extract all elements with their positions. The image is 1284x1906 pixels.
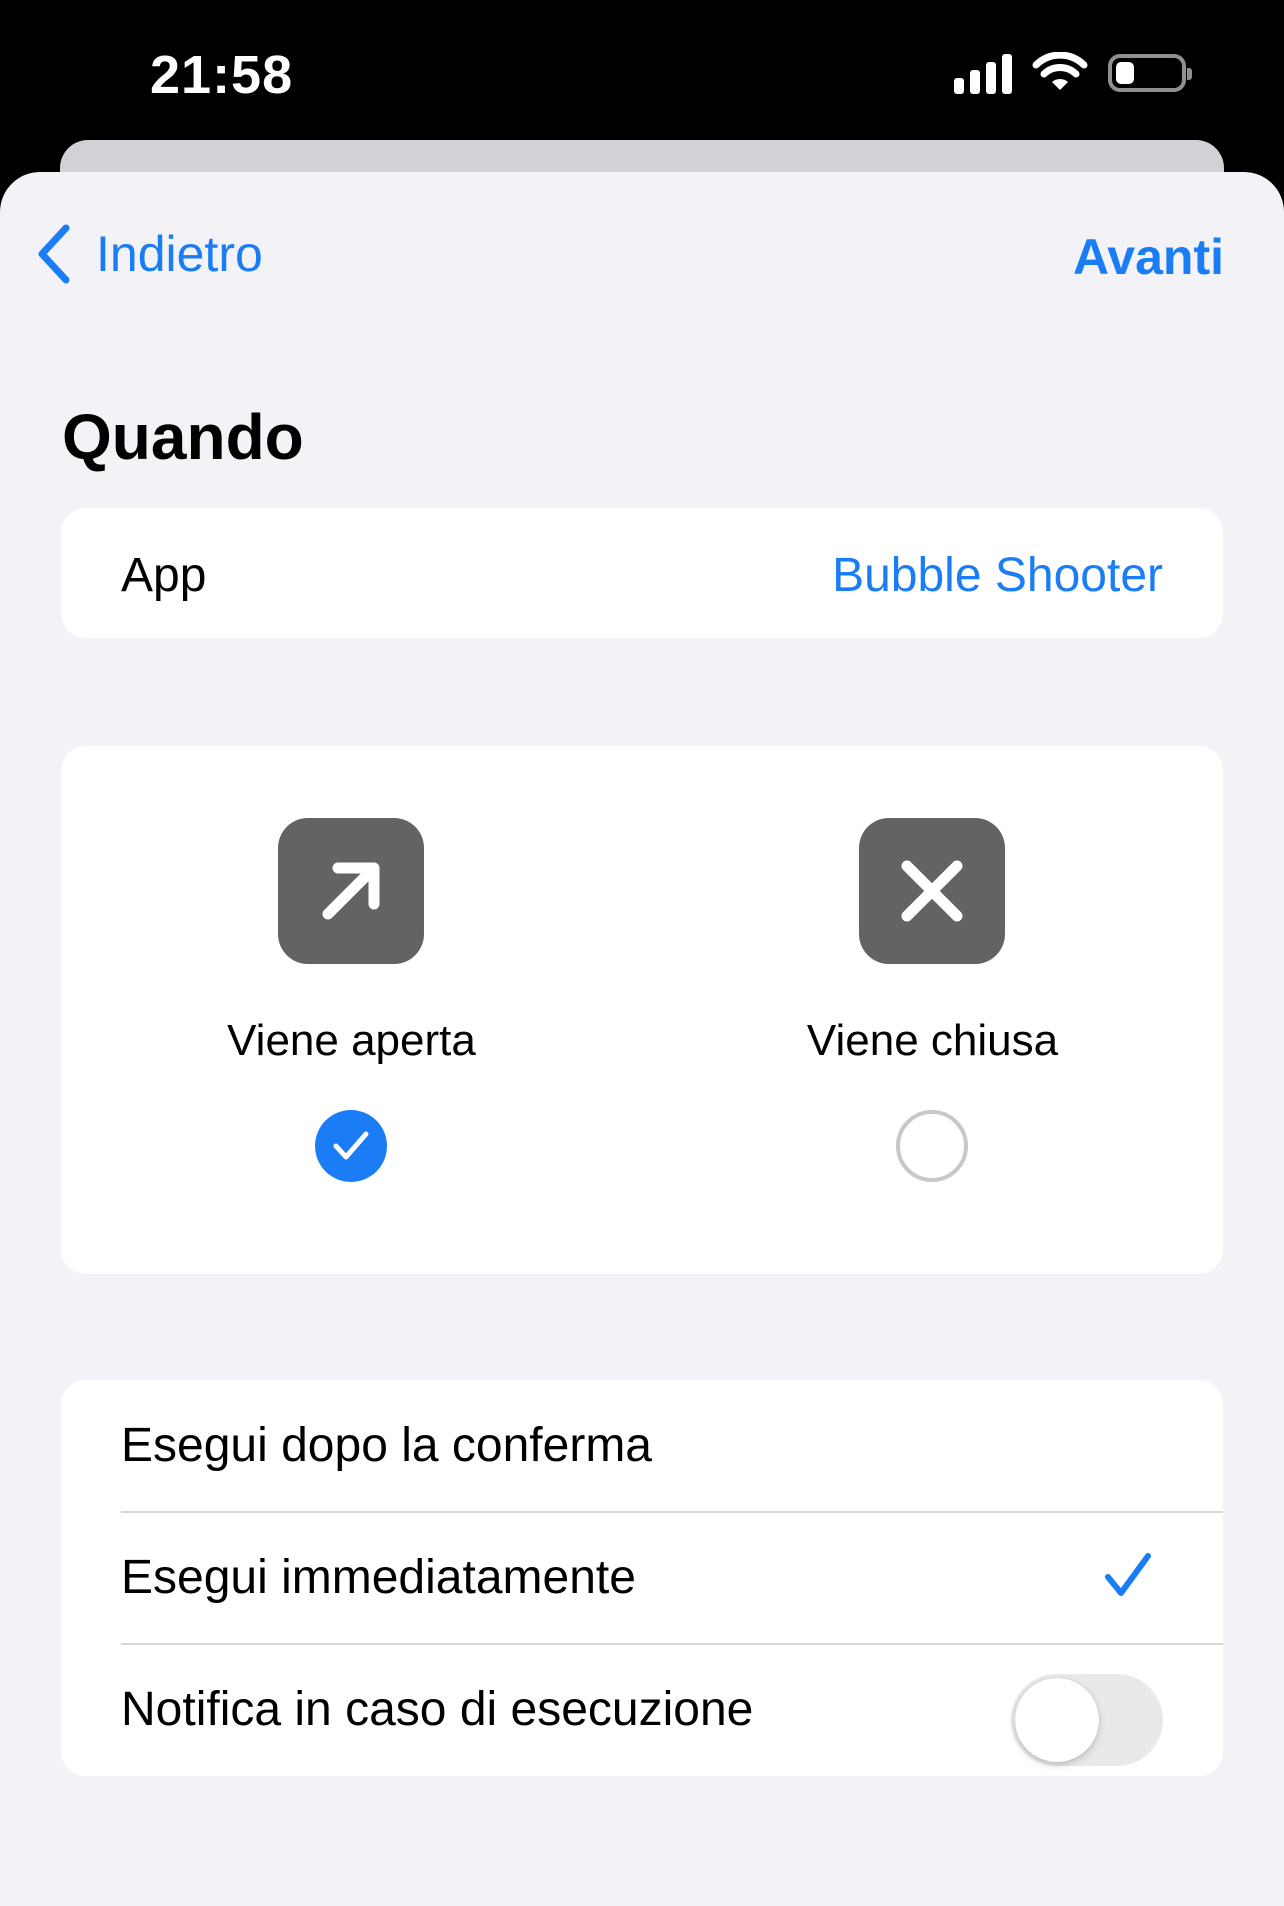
app-row-label: App: [121, 549, 207, 602]
battery-icon: [1108, 54, 1192, 92]
cellular-signal-icon: [954, 52, 1012, 94]
notify-toggle[interactable]: [1011, 1674, 1163, 1766]
checkmark-icon: [1105, 1553, 1151, 1596]
choice-closed-radio[interactable]: [896, 1110, 968, 1182]
option-notify-on-run-label: Notifica in caso di esecuzione: [121, 1683, 754, 1736]
choice-opened-label: Viene aperta: [227, 1016, 476, 1065]
trigger-choice-card: Viene aperta Viene chiusa: [61, 746, 1223, 1274]
choice-closed-label: Viene chiusa: [806, 1016, 1059, 1065]
option-notify-on-run: Notifica in caso di esecuzione: [61, 1644, 1223, 1776]
back-label: Indietro: [96, 226, 263, 282]
app-row-value[interactable]: Bubble Shooter: [832, 548, 1163, 603]
choice-closed[interactable]: Viene chiusa: [642, 746, 1223, 1274]
back-button[interactable]: Indietro: [36, 224, 263, 284]
option-run-after-confirm[interactable]: Esegui dopo la conferma: [61, 1380, 1223, 1512]
status-icons: [954, 52, 1192, 94]
battery-fill: [1116, 62, 1134, 84]
status-bar: 21:58: [0, 0, 1284, 140]
automation-sheet: Indietro Avanti Quando App Bubble Shoote…: [0, 172, 1284, 1906]
checkmark-icon: [333, 1131, 369, 1160]
toggle-knob: [1015, 1678, 1099, 1762]
chevron-left-icon: [38, 224, 70, 284]
option-run-after-confirm-label: Esegui dopo la conferma: [121, 1419, 652, 1472]
option-run-immediately[interactable]: Esegui immediatamente: [61, 1512, 1223, 1644]
choice-opened-radio[interactable]: [315, 1110, 387, 1182]
wifi-icon: [1032, 52, 1088, 90]
option-run-immediately-label: Esegui immediatamente: [121, 1551, 636, 1604]
xmark-icon: [859, 818, 1005, 964]
choice-opened[interactable]: Viene aperta: [61, 746, 642, 1274]
next-button[interactable]: Avanti: [1073, 228, 1224, 286]
status-time: 21:58: [150, 45, 294, 105]
app-row[interactable]: App Bubble Shooter: [61, 508, 1223, 638]
options-card: Esegui dopo la conferma Esegui immediata…: [61, 1380, 1223, 1776]
navigation-bar: Indietro Avanti: [0, 172, 1284, 312]
section-title: Quando: [62, 401, 304, 473]
arrow-up-right-icon: [278, 818, 424, 964]
